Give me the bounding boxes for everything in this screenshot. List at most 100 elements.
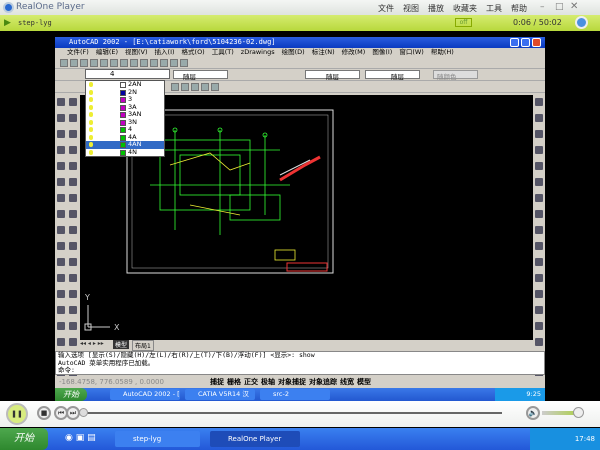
magnet-icon[interactable]	[211, 83, 219, 91]
cut-icon[interactable]	[110, 59, 118, 67]
preview-icon[interactable]	[100, 59, 108, 67]
command-window[interactable]: 输入选项 [显示(S)/隐藏(H)/左(L)/右(R)/上(T)/下(B)/浮动…	[55, 351, 545, 375]
tool-icon[interactable]	[535, 226, 543, 234]
tool-icon[interactable]	[57, 226, 65, 234]
layer-item[interactable]: 3A	[86, 103, 164, 112]
layer-item[interactable]: 3N	[86, 118, 164, 127]
inner-task-autocad[interactable]: AutoCAD 2002 - [	[110, 389, 180, 400]
circle-icon[interactable]	[171, 83, 179, 91]
status-toggle[interactable]: 捕捉	[210, 378, 224, 386]
menu-play[interactable]: 播放	[428, 4, 444, 13]
inner-task-folder[interactable]: src-2	[260, 389, 330, 400]
tool-icon[interactable]	[69, 274, 77, 282]
lightbulb-icon[interactable]	[89, 89, 93, 95]
status-toggle[interactable]: 正交	[244, 378, 258, 386]
tool-icon[interactable]	[57, 274, 65, 282]
status-toggle[interactable]: 对象追踪	[309, 378, 337, 386]
acad-menu-insert[interactable]: 插入(I)	[155, 48, 175, 56]
tool-icon[interactable]	[69, 338, 77, 346]
tool-icon[interactable]	[535, 274, 543, 282]
tool-icon[interactable]	[69, 210, 77, 218]
layer-item[interactable]: 4N	[86, 148, 164, 157]
tool-icon[interactable]	[535, 338, 543, 346]
tool-icon[interactable]	[535, 114, 543, 122]
task-step-lyg[interactable]: step-lyg	[115, 431, 200, 447]
tool-icon[interactable]	[57, 146, 65, 154]
lightbulb-icon[interactable]	[89, 104, 93, 110]
tool-icon[interactable]	[535, 290, 543, 298]
acad-menu-file[interactable]: 文件(F)	[67, 48, 89, 56]
acad-close-button[interactable]	[532, 38, 541, 47]
tab-model[interactable]: 模型	[113, 340, 130, 349]
zoom-icon[interactable]	[160, 59, 168, 67]
cmd-prompt[interactable]: 命令:	[58, 366, 544, 375]
tool-icon[interactable]	[69, 178, 77, 186]
volume-thumb[interactable]	[573, 407, 584, 418]
tool-icon[interactable]	[535, 306, 543, 314]
acad-menu-help[interactable]: 帮助(H)	[431, 48, 454, 56]
lightbulb-icon[interactable]	[89, 149, 93, 155]
tool-icon[interactable]	[57, 290, 65, 298]
layer-item[interactable]: 3	[86, 95, 164, 104]
tool-icon[interactable]	[535, 210, 543, 218]
status-indicator[interactable]: off	[455, 18, 472, 27]
tool-icon[interactable]	[57, 242, 65, 250]
layer-item[interactable]: 3AN	[86, 110, 164, 119]
tab-layout1[interactable]: 布局1	[132, 340, 154, 351]
pan-icon[interactable]	[170, 59, 178, 67]
tool-icon[interactable]	[69, 114, 77, 122]
acad-menu-dimension[interactable]: 标注(N)	[312, 48, 335, 56]
acad-menu-format[interactable]: 格式(O)	[182, 48, 205, 56]
tool-icon[interactable]	[535, 242, 543, 250]
layer-item[interactable]: 2N	[86, 88, 164, 97]
stop-button[interactable]: ■	[37, 406, 51, 420]
task-realone[interactable]: RealOne Player	[210, 431, 300, 447]
status-toggle[interactable]: 栅格	[227, 378, 241, 386]
tool-icon[interactable]	[69, 290, 77, 298]
layer-select[interactable]: 4	[85, 69, 170, 79]
status-toggle[interactable]: 极轴	[261, 378, 275, 386]
new-icon[interactable]	[60, 59, 68, 67]
tool-icon[interactable]	[535, 98, 543, 106]
menu-tools[interactable]: 工具	[486, 4, 502, 13]
tab-scroll-arrows[interactable]: ◂◂ ◂ ▸ ▸▸	[80, 340, 104, 347]
inner-start-button[interactable]: 开始	[55, 388, 87, 401]
redo-icon[interactable]	[150, 59, 158, 67]
open-icon[interactable]	[70, 59, 78, 67]
erase-icon[interactable]	[201, 83, 209, 91]
next-button[interactable]: ⏭	[66, 406, 80, 420]
color-select[interactable]: 随层	[173, 70, 228, 81]
tool-icon[interactable]	[57, 194, 65, 202]
tool-icon[interactable]	[57, 178, 65, 186]
menu-favorites[interactable]: 收藏夹	[453, 4, 477, 13]
status-toggle[interactable]: 模型	[357, 378, 371, 386]
tool-icon[interactable]	[535, 130, 543, 138]
tool-icon[interactable]	[57, 338, 65, 346]
tool-icon[interactable]	[535, 146, 543, 154]
print-icon[interactable]	[90, 59, 98, 67]
acad-minimize-button[interactable]	[510, 38, 519, 47]
globe-icon[interactable]	[575, 16, 588, 29]
tool-icon[interactable]	[69, 162, 77, 170]
layer-item[interactable]: 4AN	[86, 140, 164, 149]
acad-menu-draw[interactable]: 绘图(D)	[282, 48, 305, 56]
play-icon[interactable]: ▶	[4, 18, 11, 28]
tool-icon[interactable]	[535, 258, 543, 266]
minimize-button[interactable]: –	[540, 2, 545, 12]
tool-icon[interactable]	[535, 322, 543, 330]
acad-menu-view[interactable]: 视图(V)	[125, 48, 148, 56]
properties-icon[interactable]	[180, 59, 188, 67]
inner-task-catia[interactable]: CATIA V5R14 汉化	[185, 389, 255, 409]
layer-item[interactable]: 4A	[86, 133, 164, 142]
layer-item[interactable]: 2AN	[86, 80, 164, 89]
tool-icon[interactable]	[57, 322, 65, 330]
save-icon[interactable]	[80, 59, 88, 67]
line-icon[interactable]	[181, 83, 189, 91]
maximize-button[interactable]: □	[555, 2, 564, 12]
tool-icon[interactable]	[57, 210, 65, 218]
acad-menu-zdrawings[interactable]: zDrawings	[241, 48, 275, 56]
lightbulb-icon[interactable]	[89, 112, 93, 117]
lightbulb-icon[interactable]	[89, 82, 93, 87]
menu-help[interactable]: 帮助	[511, 4, 527, 13]
tool-icon[interactable]	[57, 306, 65, 314]
